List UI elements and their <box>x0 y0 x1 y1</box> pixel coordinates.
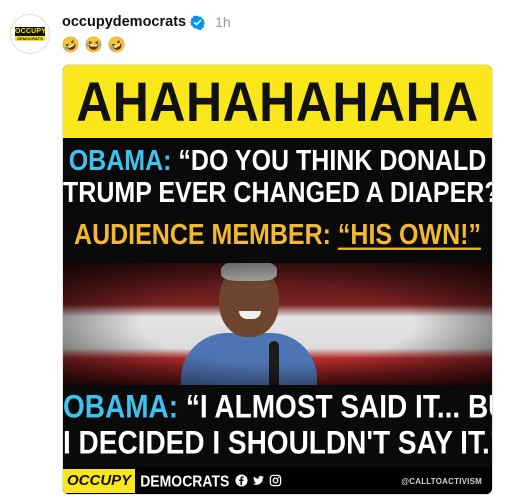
avatar-logo-top: OCCUPY <box>15 27 47 36</box>
twitter-icon <box>253 475 265 485</box>
grinning-squinting-face-icon <box>85 36 102 53</box>
avatar-logo: OCCUPY DEMOCRATS <box>13 17 47 51</box>
speaker-obama-2: OBAMA: <box>63 388 179 425</box>
caption-emojis <box>62 36 125 53</box>
footer-brand-box: OCCUPY <box>63 468 136 493</box>
post: OCCUPY DEMOCRATS occupydemocrats 1h AHAH… <box>0 0 508 502</box>
meme-footer: OCCUPY DEMOCRATS @CALLTOACTIVISM <box>63 467 492 494</box>
post-header: occupydemocrats 1h <box>62 12 231 32</box>
meme-banner: AHAHAHAHAHA <box>63 65 492 138</box>
avatar-logo-bottom: DEMOCRATS <box>15 36 45 41</box>
quote-audience: “HIS OWN!” <box>337 218 481 252</box>
quote-line-1: OBAMA: “DO YOU THINK DONALD <box>63 144 492 178</box>
avatar[interactable]: OCCUPY DEMOCRATS <box>10 14 50 54</box>
quote-obama-2b: I DECIDED I SHOULDN'T SAY IT.” <box>63 424 493 461</box>
photo-vignette <box>63 263 492 385</box>
rolling-on-floor-laughing-icon <box>62 36 79 53</box>
banner-text: AHAHAHAHAHA <box>76 70 479 133</box>
speaker-obama-1: OBAMA: <box>68 144 172 178</box>
quote-obama-2a: “I ALMOST SAID IT... BUT <box>185 388 493 425</box>
quote-line-4: OBAMA: “I ALMOST SAID IT... BUT <box>63 388 493 425</box>
facebook-icon <box>235 474 248 487</box>
verified-badge-icon <box>190 15 206 30</box>
instagram-icon <box>270 474 282 487</box>
post-image[interactable]: AHAHAHAHAHA OBAMA: “DO YOU THINK DONALD … <box>62 64 493 495</box>
obama-photo <box>63 263 492 385</box>
footer-brand-rest: DEMOCRATS <box>140 471 230 490</box>
post-timestamp[interactable]: 1h <box>215 14 231 30</box>
rolling-on-floor-laughing-icon <box>108 36 125 53</box>
quote-obama-1a: “DO YOU THINK DONALD <box>178 144 487 178</box>
footer-handle: @CALLTOACTIVISM <box>401 477 482 486</box>
quote-line-5: I DECIDED I SHOULDN'T SAY IT.” <box>63 424 493 461</box>
speaker-audience: AUDIENCE MEMBER: <box>74 218 331 252</box>
quote-line-2: TRUMP EVER CHANGED A DIAPER?” <box>63 176 493 210</box>
quote-line-3: AUDIENCE MEMBER: “HIS OWN!” <box>63 218 492 252</box>
quote-obama-1b: TRUMP EVER CHANGED A DIAPER?” <box>63 176 493 210</box>
social-icons <box>235 474 282 487</box>
username-link[interactable]: occupydemocrats <box>62 14 186 30</box>
